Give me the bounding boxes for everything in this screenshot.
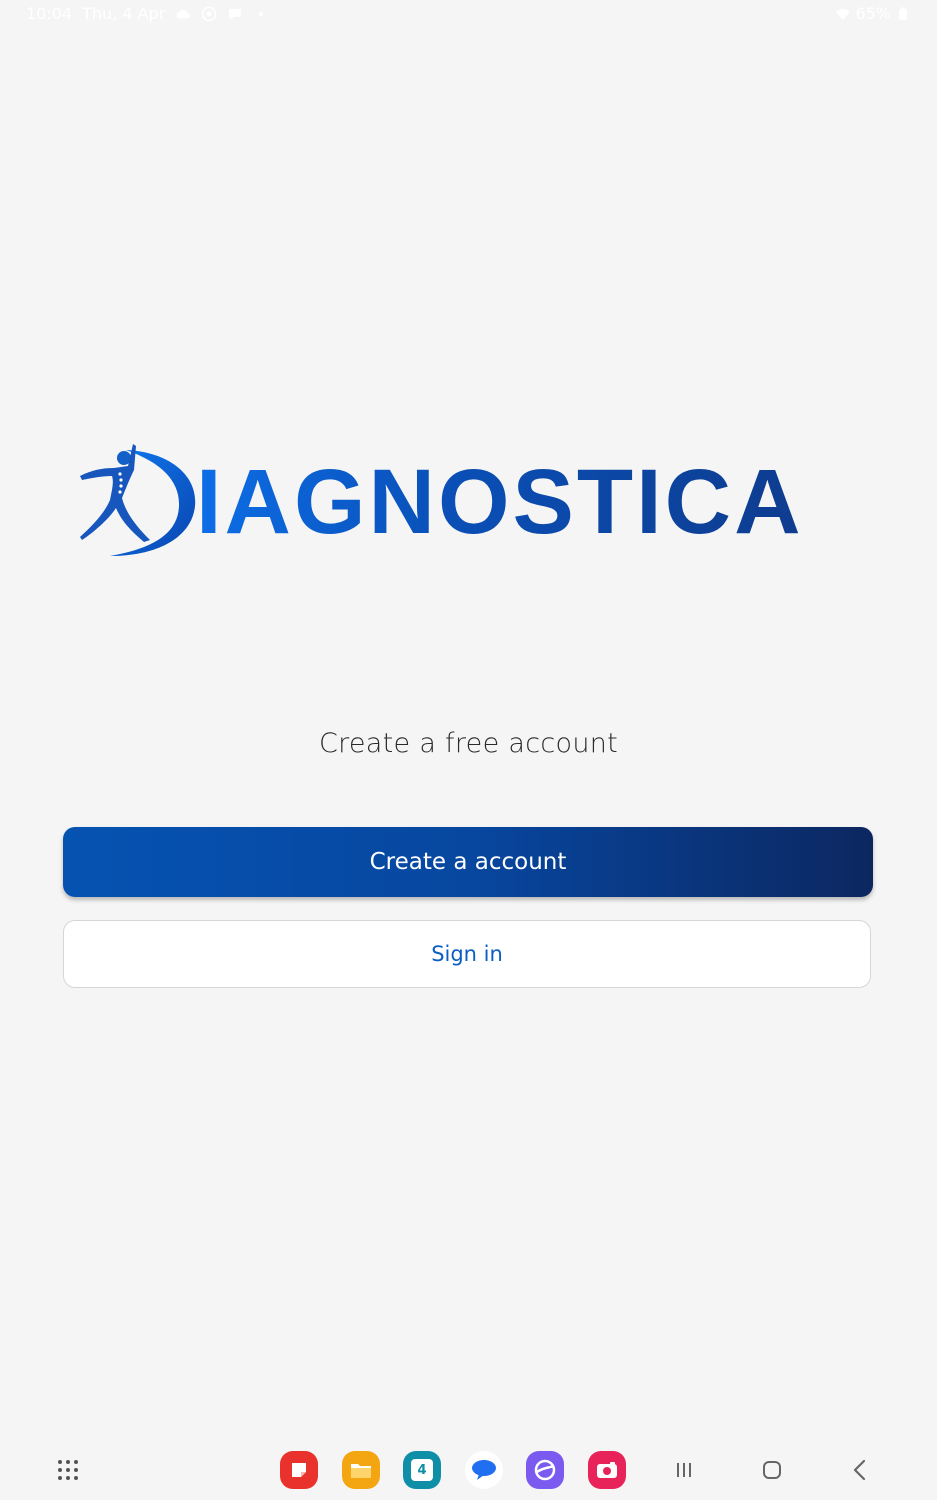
dot-icon bbox=[253, 6, 269, 22]
messages-app-icon[interactable] bbox=[464, 1450, 504, 1490]
sync-icon bbox=[201, 6, 217, 22]
logo-wordmark: IAGNOSTICA bbox=[196, 446, 804, 558]
notes-app-tile bbox=[280, 1451, 318, 1489]
files-app-icon[interactable] bbox=[341, 1450, 381, 1490]
calendar-app-tile: 4 bbox=[403, 1451, 441, 1489]
status-bar: 10:04 Thu, 4 Apr 65% bbox=[0, 0, 937, 30]
app-drawer-icon[interactable] bbox=[48, 1450, 88, 1490]
back-icon[interactable] bbox=[840, 1450, 880, 1490]
create-account-button[interactable]: Create a account bbox=[63, 827, 873, 897]
welcome-tagline: Create a free account bbox=[318, 728, 619, 759]
navigation-bar: 4 bbox=[0, 1440, 937, 1500]
calendar-day: 4 bbox=[411, 1459, 433, 1481]
screen-recorder-app-tile bbox=[588, 1451, 626, 1489]
runner-logo-icon bbox=[80, 444, 196, 556]
wifi-icon bbox=[835, 6, 851, 22]
status-left: 10:04 Thu, 4 Apr bbox=[26, 4, 269, 23]
screen-recorder-app-icon[interactable] bbox=[587, 1450, 627, 1490]
status-time: 10:04 bbox=[26, 4, 73, 23]
battery-icon bbox=[895, 6, 911, 22]
cloud-icon bbox=[175, 6, 191, 22]
battery-level: 65% bbox=[855, 4, 891, 23]
home-icon[interactable] bbox=[752, 1450, 792, 1490]
sign-in-button[interactable]: Sign in bbox=[63, 920, 871, 988]
chat-icon bbox=[227, 6, 243, 22]
status-right: 65% bbox=[835, 4, 911, 23]
messages-app-tile bbox=[465, 1451, 503, 1489]
diagnostica-logo: IAGNOSTICA bbox=[78, 436, 860, 562]
notes-app-icon[interactable] bbox=[279, 1450, 319, 1490]
browser-app-icon[interactable] bbox=[525, 1450, 565, 1490]
recents-icon[interactable] bbox=[664, 1450, 704, 1490]
status-date: Thu, 4 Apr bbox=[82, 4, 166, 23]
calendar-app-icon[interactable]: 4 bbox=[402, 1450, 442, 1490]
files-app-tile bbox=[342, 1451, 380, 1489]
browser-app-tile bbox=[526, 1451, 564, 1489]
